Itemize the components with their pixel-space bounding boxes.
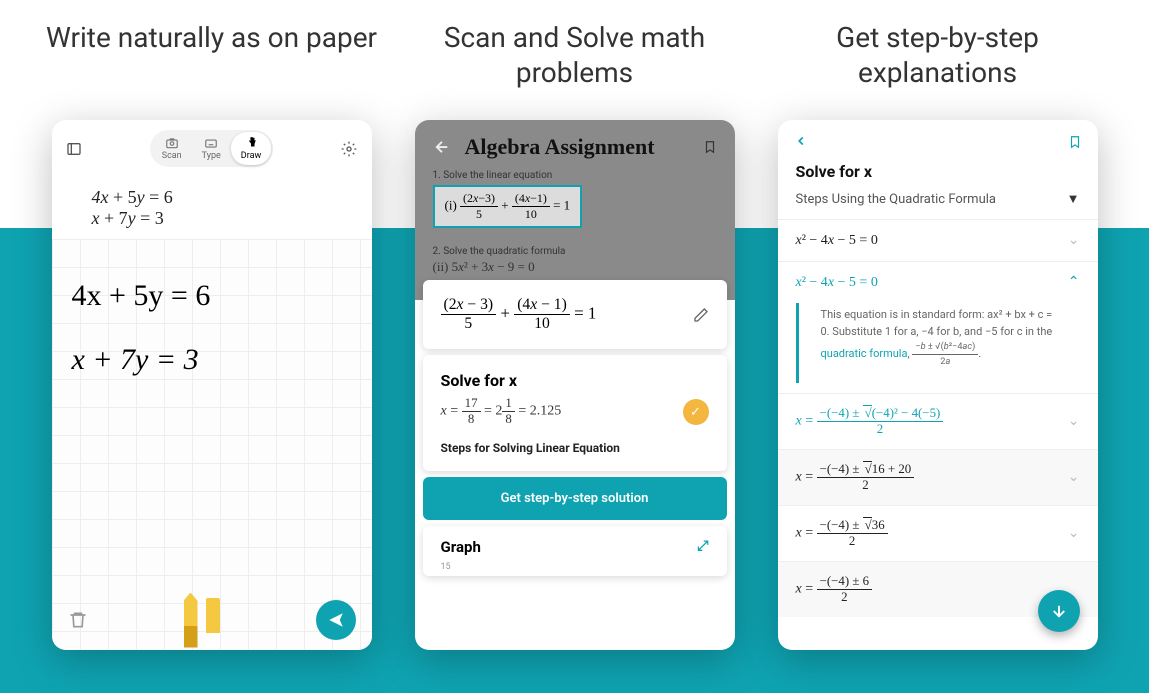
problem2-label: 2. Solve the quadratic formula (433, 246, 717, 257)
solve-for-header: Solve for x (441, 371, 709, 390)
submit-button[interactable] (316, 600, 356, 640)
handwriting-line2: x + 7y = 3 (72, 343, 352, 377)
camera-viewport: Algebra Assignment 1. Solve the linear e… (415, 120, 735, 300)
step-explanation: This equation is in standard form: ax² +… (796, 303, 1080, 383)
scroll-down-fab[interactable] (1038, 590, 1080, 632)
steps-link[interactable]: Steps for Solving Linear Equation (441, 441, 709, 455)
scan-capture-box[interactable]: (i) (2x−3)5 + (4x−1)10 = 1 (433, 185, 583, 228)
chevron-up-icon: ⌃ (1068, 274, 1080, 291)
expand-icon[interactable]: ⤢ (697, 538, 708, 556)
hand-icon (244, 136, 258, 150)
chevron-down-icon: ⌄ (1068, 232, 1080, 249)
trash-icon[interactable] (68, 610, 88, 630)
panel-steps-headline: Get step-by-step explanations (768, 20, 1108, 92)
keyboard-icon (204, 136, 218, 150)
bookmark-icon[interactable] (703, 139, 717, 155)
bookmark-outline-icon[interactable] (1068, 134, 1082, 150)
dropdown-icon: ▼ (1067, 191, 1080, 207)
settings-icon[interactable] (341, 141, 357, 157)
input-mode-toggle[interactable]: Scan Type Draw (150, 130, 274, 167)
eraser-tool[interactable] (206, 598, 220, 648)
back-chevron-icon[interactable] (794, 134, 808, 150)
assignment-title: Algebra Assignment (465, 134, 689, 160)
edit-icon[interactable] (693, 307, 709, 323)
panel-write: Write naturally as on paper Scan Type (42, 20, 382, 650)
step-4[interactable]: x = −(−4) ± √16 + 202 ⌄ (778, 449, 1098, 505)
chevron-down-icon: ⌄ (1068, 525, 1080, 542)
quadratic-formula-link[interactable]: quadratic formula (821, 347, 908, 360)
pencil-tool[interactable] (184, 593, 198, 648)
step-2[interactable]: x² − 4x − 5 = 0 ⌃ (778, 261, 1098, 303)
panel-scan: Scan and Solve math problems Algebra Ass… (405, 20, 745, 650)
phone-write: Scan Type Draw 4x + 5y = 6 (52, 120, 372, 650)
panel-scan-headline: Scan and Solve math problems (405, 20, 745, 92)
mode-scan[interactable]: Scan (152, 132, 192, 165)
chevron-down-icon: ⌄ (1068, 413, 1080, 430)
problem1-label: 1. Solve the linear equation (433, 170, 717, 181)
captured-equation-card: (2x − 3)5 + (4x − 1)10 = 1 (423, 280, 727, 349)
graph-header: Graph (441, 538, 481, 556)
mode-type[interactable]: Type (192, 132, 231, 165)
camera-icon (165, 136, 179, 150)
method-selector[interactable]: Steps Using the Quadratic Formula ▼ (778, 191, 1098, 219)
solution-card: Solve for x x = 178 = 218 = 2.125 ✓ Step… (423, 355, 727, 471)
handwriting-line1: 4x + 5y = 6 (72, 279, 352, 313)
draw-canvas[interactable]: 4x + 5y = 6 x + 7y = 3 (52, 239, 372, 650)
graph-tick: 15 (441, 562, 709, 572)
step-5[interactable]: x = −(−4) ± √362 ⌄ (778, 505, 1098, 561)
panel-steps: Get step-by-step explanations Solve for … (768, 20, 1108, 650)
steps-title: Solve for x (778, 158, 1098, 191)
typed-formula: 4x + 5y = 6 x + 7y = 3 (52, 177, 372, 239)
step-1[interactable]: x² − 4x − 5 = 0 ⌄ (778, 219, 1098, 261)
graph-card: Graph ⤢ 15 (423, 526, 727, 576)
step-3[interactable]: x = −(−4) ± √(−4)² − 4(−5)2 ⌄ (778, 393, 1098, 449)
get-solution-button[interactable]: Get step-by-step solution (423, 477, 727, 520)
sidebar-icon[interactable] (66, 141, 82, 157)
check-icon: ✓ (683, 399, 709, 425)
phone-scan: Algebra Assignment 1. Solve the linear e… (415, 120, 735, 650)
back-icon[interactable] (433, 138, 451, 156)
mode-draw[interactable]: Draw (231, 132, 271, 165)
chevron-down-icon: ⌄ (1068, 469, 1080, 486)
phone-steps: Solve for x Steps Using the Quadratic Fo… (778, 120, 1098, 650)
panel-write-headline: Write naturally as on paper (46, 20, 377, 92)
